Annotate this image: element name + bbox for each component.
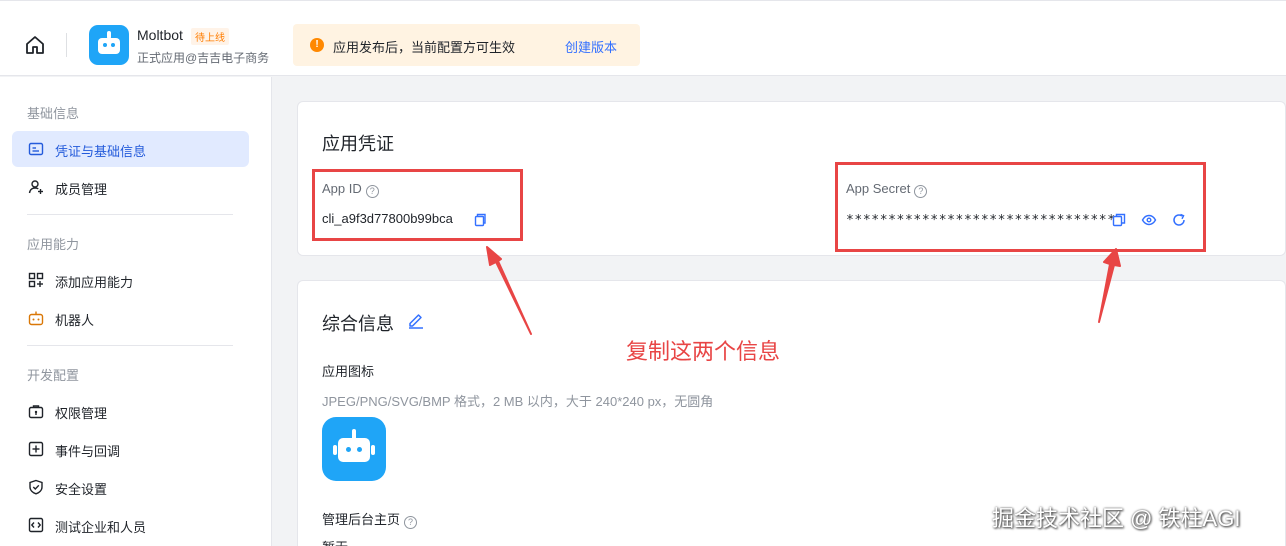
app-secret-highlight-box [835,162,1206,252]
sidebar-item-credentials[interactable]: 凭证与基础信息 [12,131,249,167]
sidebar-item-events[interactable]: 事件与回调 [12,431,249,467]
status-badge: 待上线 [191,28,229,45]
sidebar-section-capabilities: 应用能力 [27,237,80,252]
top-bar: Moltbot 待上线 正式应用@吉吉电子商务 ! 应用发布后，当前配置方可生效… [0,0,1286,76]
sidebar-item-label: 事件与回调 [55,444,121,459]
publish-notice: ! 应用发布后，当前配置方可生效 创建版本 [293,24,640,66]
credentials-title: 应用凭证 [322,134,394,154]
member-icon [28,180,43,194]
sidebar-item-robot[interactable]: 机器人 [12,300,249,336]
event-icon [28,441,44,457]
general-title: 综合信息 [322,314,394,334]
help-icon[interactable]: ? [404,516,418,529]
sidebar-item-permissions[interactable]: 权限管理 [12,393,249,429]
sidebar-item-label: 添加应用能力 [55,275,134,290]
sidebar-item-label: 凭证与基础信息 [55,144,147,159]
sidebar-item-label: 机器人 [55,313,95,328]
sidebar-section-basic: 基础信息 [27,106,80,121]
credential-icon [28,142,44,156]
sidebar-item-members[interactable]: 成员管理 [12,169,249,205]
sidebar-item-test-enterprise[interactable]: 测试企业和人员 [12,507,249,543]
permission-icon [28,405,44,419]
code-icon [28,517,44,533]
homepage-label: 管理后台主页? [322,509,418,529]
sidebar-divider [27,345,233,346]
sidebar-divider [27,214,233,215]
grid-add-icon [28,272,44,288]
header-divider [66,33,67,57]
sidebar-item-label: 权限管理 [55,406,108,421]
app-id-highlight-box [312,169,523,241]
shield-icon [29,479,43,495]
sidebar-item-label: 成员管理 [55,182,108,197]
robot-icon [28,311,44,326]
sidebar-section-dev: 开发配置 [27,368,80,383]
watermark: 掘金技术社区 @ 铁柱AGI [992,506,1241,531]
edit-icon[interactable] [407,311,425,329]
sidebar-item-label: 测试企业和人员 [55,520,147,535]
app-name: Moltbot [137,27,183,43]
sidebar: 基础信息 凭证与基础信息 成员管理 应用能力 添加应用能力 机器人 开发配置 权… [0,77,272,546]
icon-label: 应用图标 [322,364,375,379]
app-subtitle: 正式应用@吉吉电子商务 [137,51,270,65]
homepage-value: 暂无 [322,537,348,546]
warning-icon: ! [310,38,324,52]
annotation-text: 复制这两个信息 [626,339,781,364]
home-icon[interactable] [24,34,46,56]
sidebar-item-security[interactable]: 安全设置 [12,469,249,505]
icon-hint: JPEG/PNG/SVG/BMP 格式，2 MB 以内，大于 240*240 p… [322,394,714,409]
app-logo [89,25,129,65]
sidebar-item-add-capability[interactable]: 添加应用能力 [12,262,249,298]
sidebar-item-label: 安全设置 [55,482,108,497]
create-version-link[interactable]: 创建版本 [565,37,617,56]
notice-text: 应用发布后，当前配置方可生效 [333,40,516,55]
app-icon-image[interactable] [322,417,386,481]
